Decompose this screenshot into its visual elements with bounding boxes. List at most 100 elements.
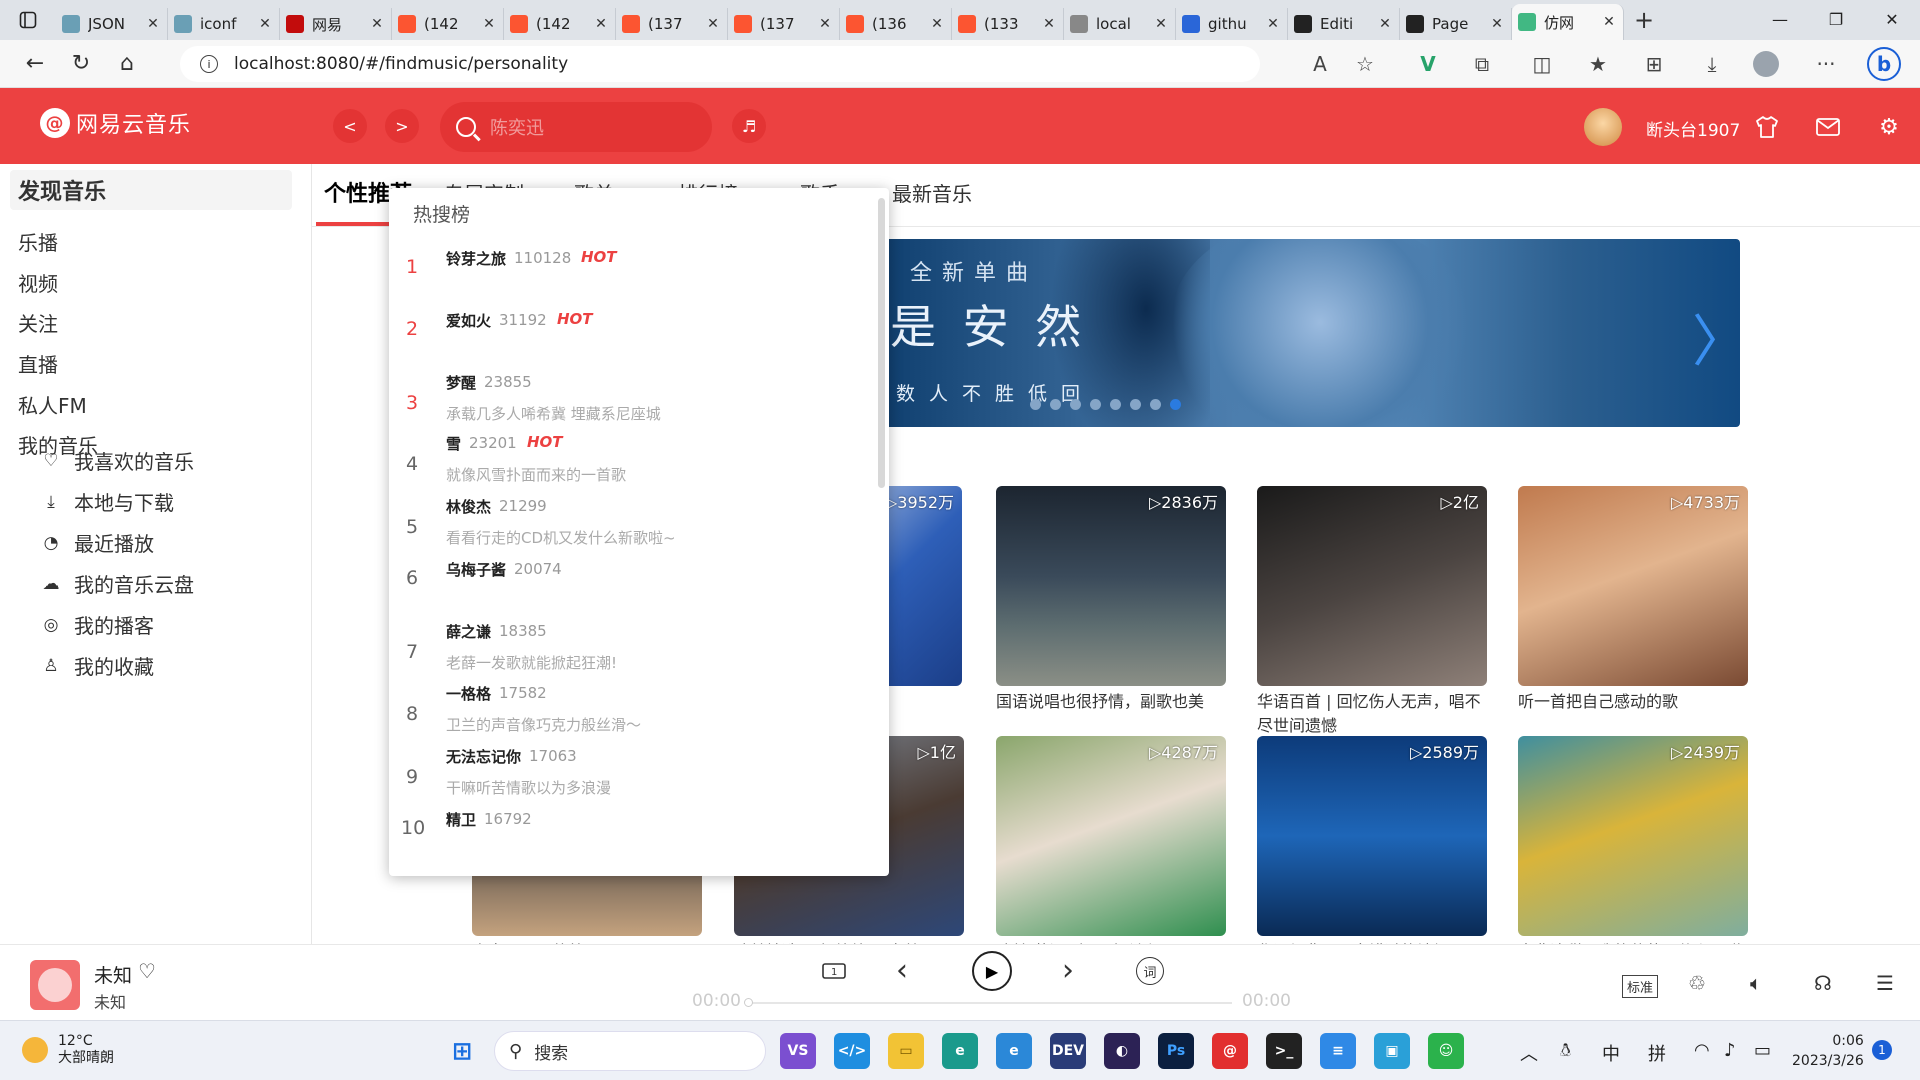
sidebar-item[interactable]: 关注 — [10, 302, 292, 342]
collections-icon[interactable]: ⊞ — [1634, 44, 1674, 84]
sound-effect-icon[interactable]: ♲ — [1688, 971, 1706, 995]
profile-icon[interactable] — [1746, 44, 1786, 84]
ie-icon[interactable]: e — [996, 1033, 1032, 1069]
browser-tab[interactable]: (136 ✕ — [840, 8, 952, 40]
tab-close-icon[interactable]: ✕ — [593, 16, 609, 32]
home-icon[interactable]: ⌂ — [104, 44, 150, 84]
browser-tab[interactable]: (137 ✕ — [728, 8, 840, 40]
netease-music-icon[interactable]: @ — [1212, 1033, 1248, 1069]
sidebar-sub-item[interactable]: ⤓ 本地与下载 — [40, 487, 174, 516]
tab-close-icon[interactable]: ✕ — [929, 16, 945, 32]
photoshop-icon[interactable]: Ps — [1158, 1033, 1194, 1069]
hot-search-item[interactable]: 8 一格格 17582 卫兰的声音像巧克力般丝滑～ — [389, 683, 869, 743]
banner-dot[interactable] — [1050, 399, 1061, 410]
tab-close-icon[interactable]: ✕ — [145, 16, 161, 32]
progress-knob[interactable] — [744, 998, 753, 1007]
tab-close-icon[interactable]: ✕ — [481, 16, 497, 32]
dropdown-scrollbar[interactable] — [878, 198, 885, 488]
close-window-button[interactable]: ✕ — [1864, 0, 1920, 40]
speaker-icon[interactable]: ♪ — [1724, 1040, 1736, 1061]
hot-search-item[interactable]: 1 铃芽之旅 110128 HOT — [389, 248, 869, 308]
browser-tab[interactable]: JSON ✕ — [56, 8, 168, 40]
favorites-icon[interactable]: ★ — [1578, 44, 1618, 84]
playlist-name[interactable]: 华语百首 | 回忆伤人无声，唱不尽世间遗憾 — [1257, 690, 1487, 738]
search-input[interactable]: 陈奕迅 — [440, 102, 712, 152]
remote-desktop-icon[interactable]: ▣ — [1374, 1033, 1410, 1069]
like-heart-icon[interactable]: ♡ — [138, 959, 156, 983]
terminal-icon[interactable]: >_ — [1266, 1033, 1302, 1069]
sidebar-sub-item[interactable]: ☁ 我的音乐云盘 — [40, 569, 195, 598]
banner-dot[interactable] — [1090, 399, 1101, 410]
banner-dot[interactable] — [1070, 399, 1081, 410]
subtab[interactable]: 最新音乐 — [892, 178, 972, 207]
reload-icon[interactable]: ↻ — [58, 44, 104, 84]
sidebar-item[interactable]: 发现音乐 — [10, 170, 292, 210]
back-arrow-icon[interactable]: ← — [12, 44, 58, 84]
banner-dot[interactable] — [1030, 399, 1041, 410]
sidebar-sub-item[interactable]: ♙ 我的收藏 — [40, 651, 154, 680]
browser-tab[interactable]: Page ✕ — [1400, 8, 1512, 40]
ime-pinyin[interactable]: 拼 — [1648, 1040, 1666, 1066]
tab-close-icon[interactable]: ✕ — [257, 16, 273, 32]
sidebar-item[interactable]: 私人FM — [10, 384, 292, 424]
quality-button[interactable]: 标准 — [1622, 975, 1659, 998]
browser-tab[interactable]: (142 ✕ — [504, 8, 616, 40]
tab-close-icon[interactable]: ✕ — [817, 16, 833, 32]
eclipse-icon[interactable]: ◐ — [1104, 1033, 1140, 1069]
favorite-star-icon[interactable]: ☆ — [1345, 44, 1385, 84]
maximize-button[interactable]: ❐ — [1808, 0, 1864, 40]
sidebar-item[interactable]: 直播 — [10, 343, 292, 383]
tab-close-icon[interactable]: ✕ — [1265, 16, 1281, 32]
hot-search-item[interactable]: 6 乌梅子酱 20074 — [389, 559, 869, 619]
battery-icon[interactable]: ▭ — [1754, 1040, 1771, 1061]
windows-start-icon[interactable]: ⊞ — [444, 1033, 480, 1069]
browser-tab[interactable]: githu ✕ — [1176, 8, 1288, 40]
playlist-name[interactable]: 国语说唱也很抒情，副歌也美 — [996, 690, 1226, 714]
bing-copilot-icon[interactable]: b — [1864, 44, 1904, 84]
tab-close-icon[interactable]: ✕ — [705, 16, 721, 32]
browser-tab[interactable]: 网易 ✕ — [280, 8, 392, 40]
visual-studio-icon[interactable]: VS — [780, 1033, 816, 1069]
banner-dot[interactable] — [1150, 399, 1161, 410]
hot-search-item[interactable]: 2 爱如火 31192 HOT — [389, 310, 869, 370]
taskbar-search[interactable]: ⚲ 搜索 — [494, 1031, 766, 1071]
next-track-icon[interactable]: › — [1062, 953, 1074, 988]
sidebar-sub-item[interactable]: ♡ 我喜欢的音乐 — [40, 446, 194, 475]
browser-tab[interactable]: iconf ✕ — [168, 8, 280, 40]
history-back-button[interactable]: < — [333, 109, 367, 143]
read-aloud-icon[interactable]: A — [1300, 44, 1340, 84]
split-screen-icon[interactable]: ◫ — [1522, 44, 1562, 84]
sidebar-sub-item[interactable]: ◔ 最近播放 — [40, 528, 154, 557]
playlist-cover[interactable]: ▷2439万 — [1518, 736, 1748, 936]
sidebar-item[interactable]: 乐播 — [10, 221, 292, 261]
system-clock[interactable]: 0:06 2023/3/26 — [1792, 1031, 1864, 1071]
lyrics-icon[interactable]: 词 — [1136, 957, 1164, 985]
banner-dot[interactable] — [1170, 399, 1181, 410]
hot-search-item[interactable]: 10 精卫 16792 — [389, 809, 869, 869]
file-explorer-icon[interactable]: ▭ — [888, 1033, 924, 1069]
mail-icon[interactable] — [1813, 112, 1843, 142]
banner-carousel[interactable]: 全新单曲 是 安 然 数人不胜低回 〉 — [880, 239, 1740, 427]
ime-mode[interactable]: 中 — [1602, 1040, 1620, 1066]
downloads-icon[interactable]: ⤓ — [1692, 44, 1732, 84]
username[interactable]: 断头台1907 — [1646, 116, 1740, 141]
hot-search-item[interactable]: 3 梦醒 23855 承载几多人唏希冀 埋藏系尼座城 — [389, 372, 869, 432]
music-recognition-icon[interactable]: ♬ — [732, 109, 766, 143]
playlist-cover[interactable]: ▷4733万 — [1518, 486, 1748, 686]
previous-track-icon[interactable]: ‹ — [896, 953, 908, 988]
hot-search-item[interactable]: 7 薛之谦 18385 老薛一发歌就能掀起狂潮! — [389, 621, 869, 681]
sidebar-item[interactable]: 视频 — [10, 262, 292, 302]
playlist-cover[interactable]: ▷2836万 — [996, 486, 1226, 686]
new-tab-button[interactable]: + — [1624, 6, 1664, 34]
tab-actions-icon[interactable] — [0, 0, 56, 40]
wechat-icon[interactable]: ☺ — [1428, 1033, 1464, 1069]
browser-tab[interactable]: local ✕ — [1064, 8, 1176, 40]
more-menu-icon[interactable]: ··· — [1806, 44, 1846, 84]
playlist-cover[interactable]: ▷2亿 — [1257, 486, 1487, 686]
edge-icon[interactable]: e — [942, 1033, 978, 1069]
minimize-button[interactable]: — — [1752, 0, 1808, 40]
tab-close-icon[interactable]: ✕ — [1041, 16, 1057, 32]
vue-devtools-icon[interactable]: V — [1408, 44, 1448, 84]
playlist-cover[interactable]: ▷2589万 — [1257, 736, 1487, 936]
tray-chevron-icon[interactable]: ︿ — [1520, 1040, 1538, 1066]
